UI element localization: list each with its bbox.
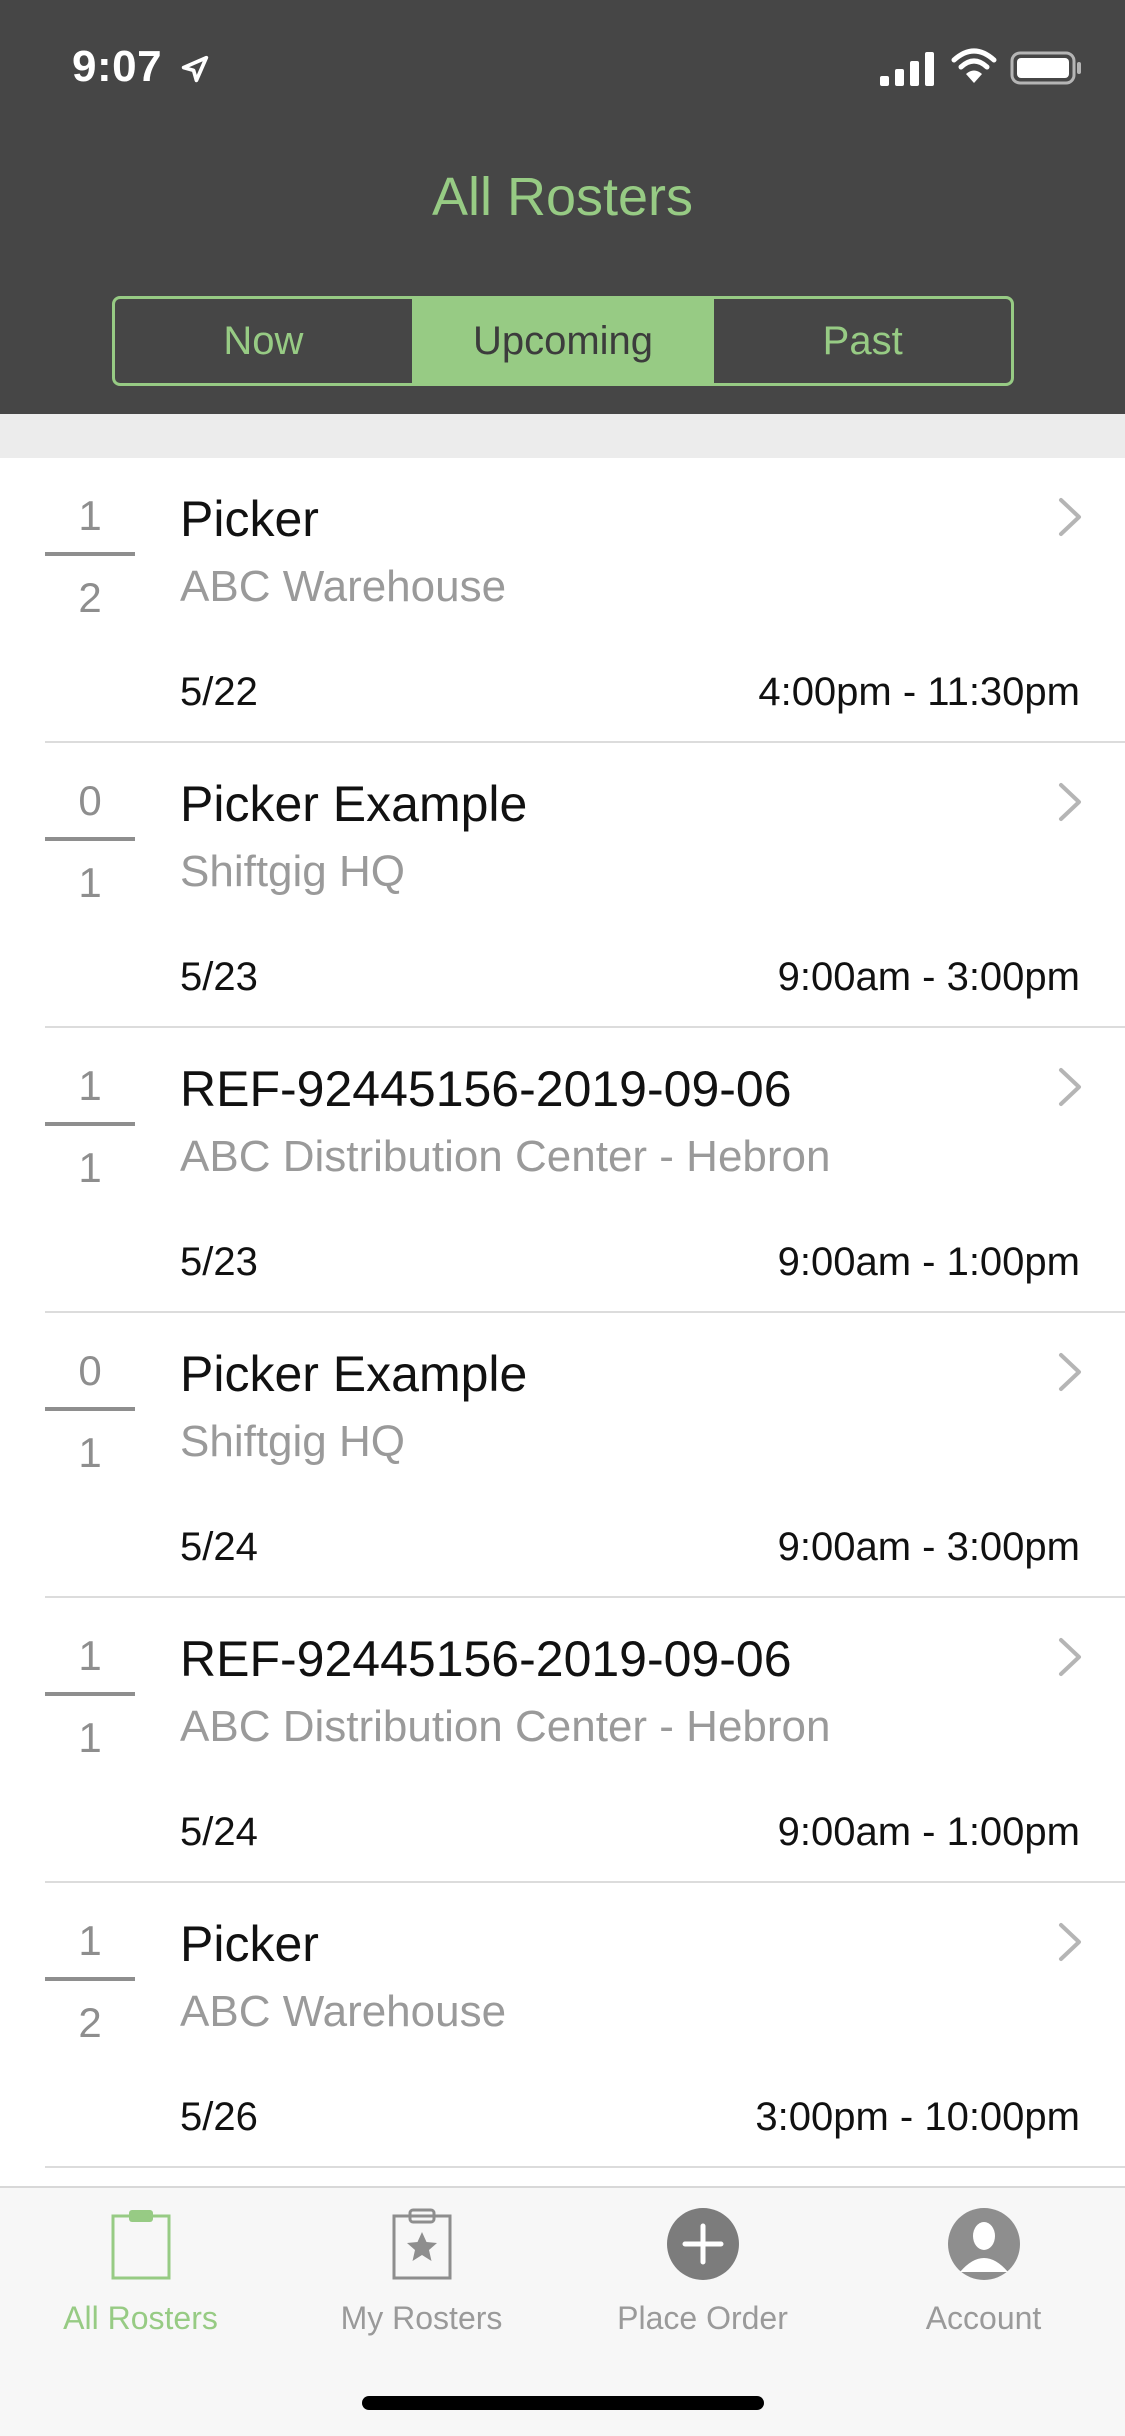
location-arrow-icon — [181, 55, 209, 83]
fill-ratio: 1 1 — [45, 1628, 135, 1766]
roster-title: REF-92445156-2019-09-06 — [180, 1061, 792, 1117]
fraction-bar — [45, 552, 135, 556]
home-indicator — [362, 2396, 764, 2410]
filled-count: 1 — [78, 492, 102, 539]
plus-circle-icon — [666, 2208, 739, 2280]
fraction-bar — [45, 1122, 135, 1126]
clipboard-icon — [111, 2210, 170, 2280]
tab-place-order[interactable]: Place Order — [562, 2206, 843, 2337]
page-title: All Rosters — [431, 167, 694, 227]
tab-all-rosters[interactable]: All Rosters — [0, 2206, 281, 2337]
roster-time: 9:00am - 3:00pm — [777, 955, 1080, 999]
fill-ratio: 0 1 — [45, 1343, 135, 1481]
roster-date: 5/23 — [180, 1240, 258, 1284]
roster-row[interactable]: 0 1 Picker Example Shiftgig HQ 5/24 9:00… — [45, 1313, 1125, 1598]
tab-label: My Rosters — [340, 2300, 503, 2336]
list-top-spacer — [0, 414, 1125, 458]
roster-time: 4:00pm - 11:30pm — [758, 670, 1080, 714]
filled-count: 1 — [78, 1062, 102, 1109]
chevron-right-icon — [1059, 1068, 1081, 1106]
roster-date: 5/26 — [180, 2095, 258, 2139]
roster-time: 9:00am - 1:00pm — [777, 1810, 1080, 1854]
roster-row[interactable]: 0 1 Picker Example Shiftgig HQ 5/23 9:00… — [45, 743, 1125, 1028]
roster-title: Picker — [180, 491, 319, 547]
roster-date: 5/23 — [180, 955, 258, 999]
roster-date: 5/22 — [180, 670, 258, 714]
filled-count: 0 — [78, 777, 102, 824]
roster-location: ABC Warehouse — [180, 1987, 507, 2036]
roster-time: 9:00am - 3:00pm — [777, 1525, 1080, 1569]
wifi-icon — [951, 48, 997, 83]
tab-label: Place Order — [617, 2300, 788, 2336]
segment-now[interactable]: Now — [115, 299, 412, 383]
segment-past[interactable]: Past — [711, 299, 1011, 383]
roster-date: 5/24 — [180, 1525, 258, 1569]
total-count: 1 — [78, 859, 102, 906]
signal-icon — [880, 52, 934, 86]
tab-label: Account — [925, 2300, 1042, 2336]
fraction-bar — [45, 1407, 135, 1411]
fraction-bar — [45, 1692, 135, 1696]
total-count: 1 — [78, 1714, 102, 1761]
person-icon — [947, 2208, 1020, 2280]
roster-title: Picker — [180, 1916, 319, 1972]
filled-count: 0 — [78, 1347, 102, 1394]
roster-title: Picker Example — [180, 1346, 528, 1402]
chevron-right-icon — [1059, 1923, 1081, 1961]
roster-location: ABC Distribution Center - Hebron — [180, 1132, 831, 1181]
roster-row[interactable]: 1 1 REF-92445156-2019-09-06 ABC Distribu… — [45, 1028, 1125, 1313]
total-count: 2 — [78, 574, 102, 621]
total-count: 1 — [78, 1429, 102, 1476]
roster-time: 3:00pm - 10:00pm — [755, 2095, 1080, 2139]
roster-title: REF-92445156-2019-09-06 — [180, 1631, 792, 1687]
chevron-right-icon — [1059, 498, 1081, 536]
roster-date: 5/24 — [180, 1810, 258, 1854]
roster-title: Picker Example — [180, 776, 528, 832]
roster-time: 9:00am - 1:00pm — [777, 1240, 1080, 1284]
roster-row[interactable]: 1 1 REF-92445156-2019-09-06 ABC Distribu… — [45, 1598, 1125, 1883]
roster-location: Shiftgig HQ — [180, 1417, 405, 1466]
fill-ratio: 1 2 — [45, 488, 135, 626]
tab-label: All Rosters — [63, 2300, 218, 2336]
roster-row[interactable]: 1 2 Picker ABC Warehouse 5/22 4:00pm - 1… — [45, 458, 1125, 743]
roster-filter-segmented-control: Now Upcoming Past — [112, 296, 1014, 386]
filled-count: 1 — [78, 1632, 102, 1679]
battery-icon — [1010, 51, 1081, 85]
chevron-right-icon — [1059, 1638, 1081, 1676]
total-count: 2 — [78, 1999, 102, 2046]
segment-upcoming[interactable]: Upcoming — [411, 299, 712, 383]
roster-location: Shiftgig HQ — [180, 847, 405, 896]
roster-location: ABC Warehouse — [180, 562, 507, 611]
filled-count: 1 — [78, 1917, 102, 1964]
roster-list: 1 2 Picker ABC Warehouse 5/22 4:00pm - 1… — [0, 458, 1125, 2168]
clipboard-star-icon — [392, 2208, 451, 2280]
fraction-bar — [45, 837, 135, 841]
total-count: 1 — [78, 1144, 102, 1191]
fill-ratio: 1 1 — [45, 1058, 135, 1196]
header: 9:07 All Rosters Now Upcoming Past — [0, 0, 1125, 414]
status-time: 9:07 — [72, 42, 163, 91]
roster-row[interactable]: 1 2 Picker ABC Warehouse 5/26 3:00pm - 1… — [45, 1883, 1125, 2168]
fraction-bar — [45, 1977, 135, 1981]
tab-my-rosters[interactable]: My Rosters — [281, 2206, 562, 2337]
roster-location: ABC Distribution Center - Hebron — [180, 1702, 831, 1751]
fill-ratio: 1 2 — [45, 1913, 135, 2051]
chevron-right-icon — [1059, 783, 1081, 821]
tab-account[interactable]: Account — [843, 2206, 1124, 2337]
chevron-right-icon — [1059, 1353, 1081, 1391]
fill-ratio: 0 1 — [45, 773, 135, 911]
